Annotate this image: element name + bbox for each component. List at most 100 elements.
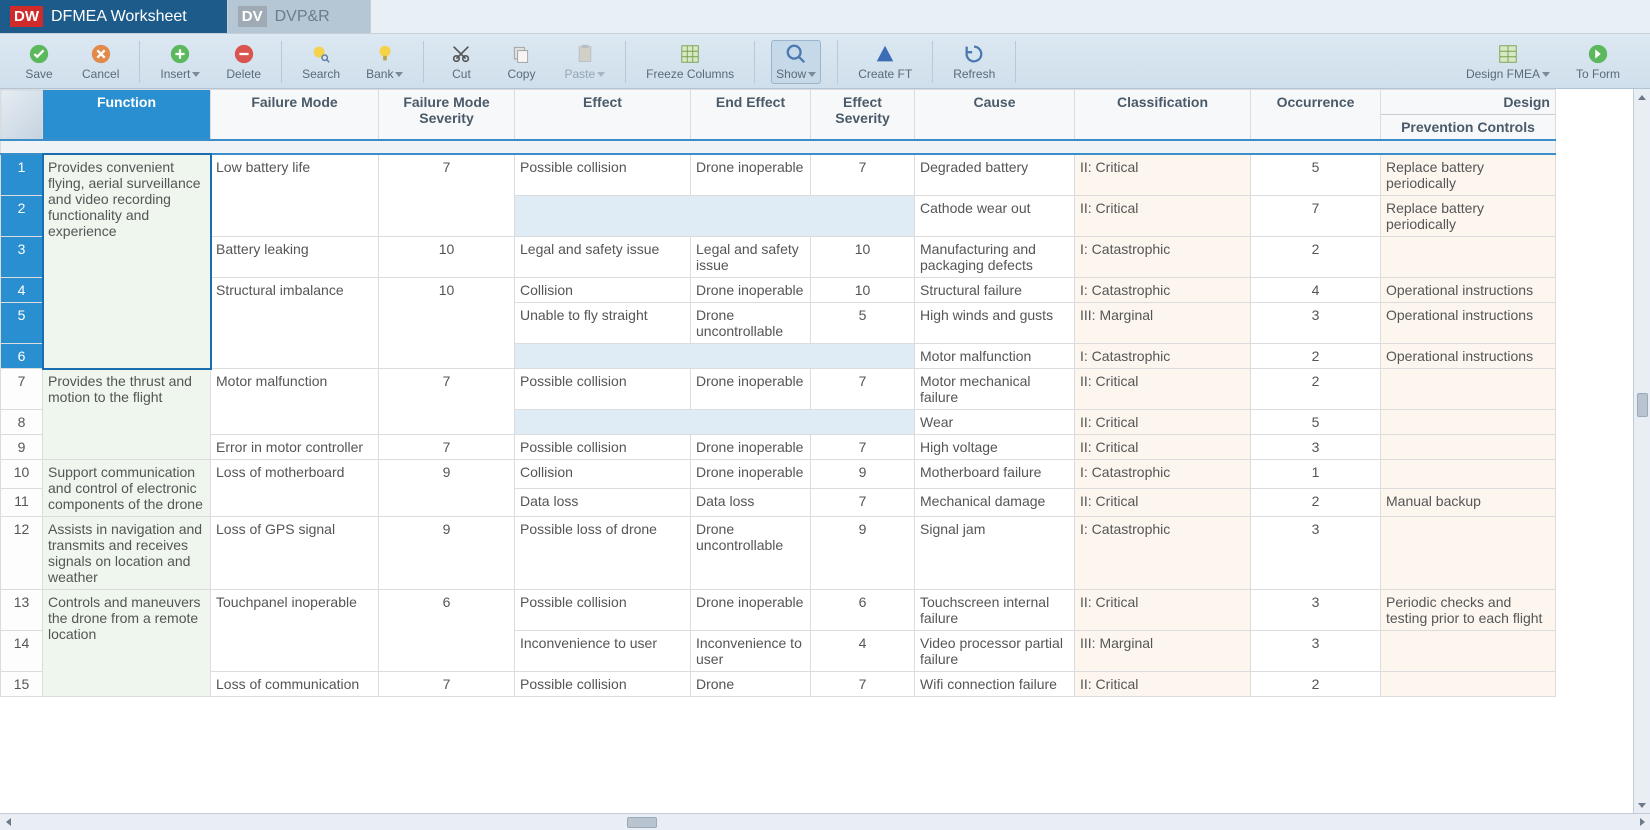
row-header[interactable]: 1 (1, 154, 43, 196)
cell-effect[interactable]: Possible loss of drone (515, 517, 691, 590)
row-header[interactable]: 4 (1, 278, 43, 303)
cell-end-effect[interactable]: Drone inoperable (691, 460, 811, 489)
cell-effect[interactable]: Collision (515, 460, 691, 489)
table-row[interactable]: 10Support communication and control of e… (1, 460, 1556, 489)
cell-empty[interactable] (515, 344, 915, 369)
row-header[interactable]: 5 (1, 303, 43, 344)
cell-occurrence[interactable]: 5 (1251, 410, 1381, 435)
cell-prevention[interactable] (1381, 460, 1556, 489)
cell-end-effect[interactable]: Drone inoperable (691, 154, 811, 196)
cell-effect-severity[interactable]: 9 (811, 460, 915, 489)
table-row[interactable]: 4Structural imbalance10CollisionDrone in… (1, 278, 1556, 303)
col-occurrence[interactable]: Occurrence (1251, 90, 1381, 141)
cell-effect[interactable]: Possible collision (515, 590, 691, 631)
cell-occurrence[interactable]: 3 (1251, 303, 1381, 344)
cell-end-effect[interactable]: Drone inoperable (691, 590, 811, 631)
cell-cause[interactable]: Structural failure (915, 278, 1075, 303)
cell-failure-mode[interactable]: Loss of GPS signal (211, 517, 379, 590)
cell-fm-severity[interactable]: 9 (379, 517, 515, 590)
cell-classification[interactable]: II: Critical (1075, 154, 1251, 196)
cell-effect[interactable]: Possible collision (515, 369, 691, 410)
cell-failure-mode[interactable]: Structural imbalance (211, 278, 379, 369)
cell-occurrence[interactable]: 3 (1251, 590, 1381, 631)
cell-classification[interactable]: I: Catastrophic (1075, 344, 1251, 369)
delete-button[interactable]: Delete (222, 41, 265, 83)
cell-cause[interactable]: Motherboard failure (915, 460, 1075, 489)
cancel-button[interactable]: Cancel (78, 41, 123, 83)
col-cause[interactable]: Cause (915, 90, 1075, 141)
cell-classification[interactable]: I: Catastrophic (1075, 237, 1251, 278)
cell-effect-severity[interactable]: 7 (811, 435, 915, 460)
cell-effect-severity[interactable]: 10 (811, 237, 915, 278)
cell-occurrence[interactable]: 3 (1251, 435, 1381, 460)
cell-occurrence[interactable]: 3 (1251, 517, 1381, 590)
col-classification[interactable]: Classification (1075, 90, 1251, 141)
cell-effect-severity[interactable]: 10 (811, 278, 915, 303)
cell-prevention[interactable]: Operational instructions (1381, 344, 1556, 369)
cell-cause[interactable]: Wear (915, 410, 1075, 435)
cell-prevention[interactable] (1381, 517, 1556, 590)
cell-end-effect[interactable]: Data loss (691, 488, 811, 517)
row-header[interactable]: 8 (1, 410, 43, 435)
cell-occurrence[interactable]: 2 (1251, 672, 1381, 697)
cell-occurrence[interactable]: 1 (1251, 460, 1381, 489)
row-header[interactable]: 3 (1, 237, 43, 278)
cell-classification[interactable]: III: Marginal (1075, 631, 1251, 672)
cell-function[interactable]: Support communication and control of ele… (43, 460, 211, 517)
cell-prevention[interactable] (1381, 672, 1556, 697)
col-failure-mode[interactable]: Failure Mode (211, 90, 379, 141)
cell-prevention[interactable]: Operational instructions (1381, 278, 1556, 303)
scroll-right-icon[interactable] (1634, 814, 1650, 830)
cell-end-effect[interactable]: Drone inoperable (691, 369, 811, 410)
cell-prevention[interactable] (1381, 369, 1556, 410)
cell-prevention[interactable]: Manual backup (1381, 488, 1556, 517)
cell-empty[interactable] (515, 196, 915, 237)
cell-classification[interactable]: I: Catastrophic (1075, 278, 1251, 303)
cell-classification[interactable]: I: Catastrophic (1075, 460, 1251, 489)
copy-button[interactable]: Copy (500, 41, 542, 83)
cell-prevention[interactable] (1381, 237, 1556, 278)
cell-empty[interactable] (515, 410, 915, 435)
cell-failure-mode[interactable]: Loss of communication (211, 672, 379, 697)
cell-effect-severity[interactable]: 7 (811, 369, 915, 410)
cell-effect-severity[interactable]: 6 (811, 590, 915, 631)
cell-prevention[interactable] (1381, 410, 1556, 435)
cell-cause[interactable]: Motor mechanical failure (915, 369, 1075, 410)
cell-cause[interactable]: Mechanical damage (915, 488, 1075, 517)
cell-failure-mode[interactable]: Touchpanel inoperable (211, 590, 379, 672)
cell-failure-mode[interactable]: Battery leaking (211, 237, 379, 278)
cell-prevention[interactable]: Operational instructions (1381, 303, 1556, 344)
row-header[interactable]: 7 (1, 369, 43, 410)
cell-function[interactable]: Controls and maneuvers the drone from a … (43, 590, 211, 697)
cell-occurrence[interactable]: 3 (1251, 631, 1381, 672)
col-effect-severity[interactable]: Effect Severity (811, 90, 915, 141)
cell-effect-severity[interactable]: 9 (811, 517, 915, 590)
col-fm-severity[interactable]: Failure Mode Severity (379, 90, 515, 141)
table-row[interactable]: 1Provides convenient flying, aerial surv… (1, 154, 1556, 196)
row-header[interactable]: 14 (1, 631, 43, 672)
cell-effect-severity[interactable]: 7 (811, 672, 915, 697)
cell-end-effect[interactable]: Drone inoperable (691, 278, 811, 303)
table-row[interactable]: 13Controls and maneuvers the drone from … (1, 590, 1556, 631)
cell-classification[interactable]: II: Critical (1075, 590, 1251, 631)
cell-effect-severity[interactable]: 4 (811, 631, 915, 672)
cell-cause[interactable]: Video processor partial failure (915, 631, 1075, 672)
save-button[interactable]: Save (18, 41, 60, 83)
cell-occurrence[interactable]: 7 (1251, 196, 1381, 237)
cell-prevention[interactable]: Replace battery periodically (1381, 196, 1556, 237)
horizontal-scrollbar[interactable] (0, 813, 1650, 830)
cell-occurrence[interactable]: 2 (1251, 488, 1381, 517)
dfmea-table[interactable]: Function Failure Mode Failure Mode Sever… (0, 89, 1556, 697)
table-row[interactable]: 15Loss of communication7Possible collisi… (1, 672, 1556, 697)
cell-end-effect[interactable]: Drone uncontrollable (691, 303, 811, 344)
cell-fm-severity[interactable]: 6 (379, 590, 515, 672)
row-header[interactable]: 15 (1, 672, 43, 697)
cell-classification[interactable]: II: Critical (1075, 196, 1251, 237)
cell-fm-severity[interactable]: 7 (379, 672, 515, 697)
refresh-button[interactable]: Refresh (949, 41, 999, 83)
tab-dfmea-worksheet[interactable]: DW DFMEA Worksheet (0, 0, 228, 33)
corner-cell[interactable] (1, 90, 43, 141)
cell-end-effect[interactable]: Legal and safety issue (691, 237, 811, 278)
cell-function[interactable]: Provides convenient flying, aerial surve… (43, 154, 211, 369)
row-header[interactable]: 2 (1, 196, 43, 237)
